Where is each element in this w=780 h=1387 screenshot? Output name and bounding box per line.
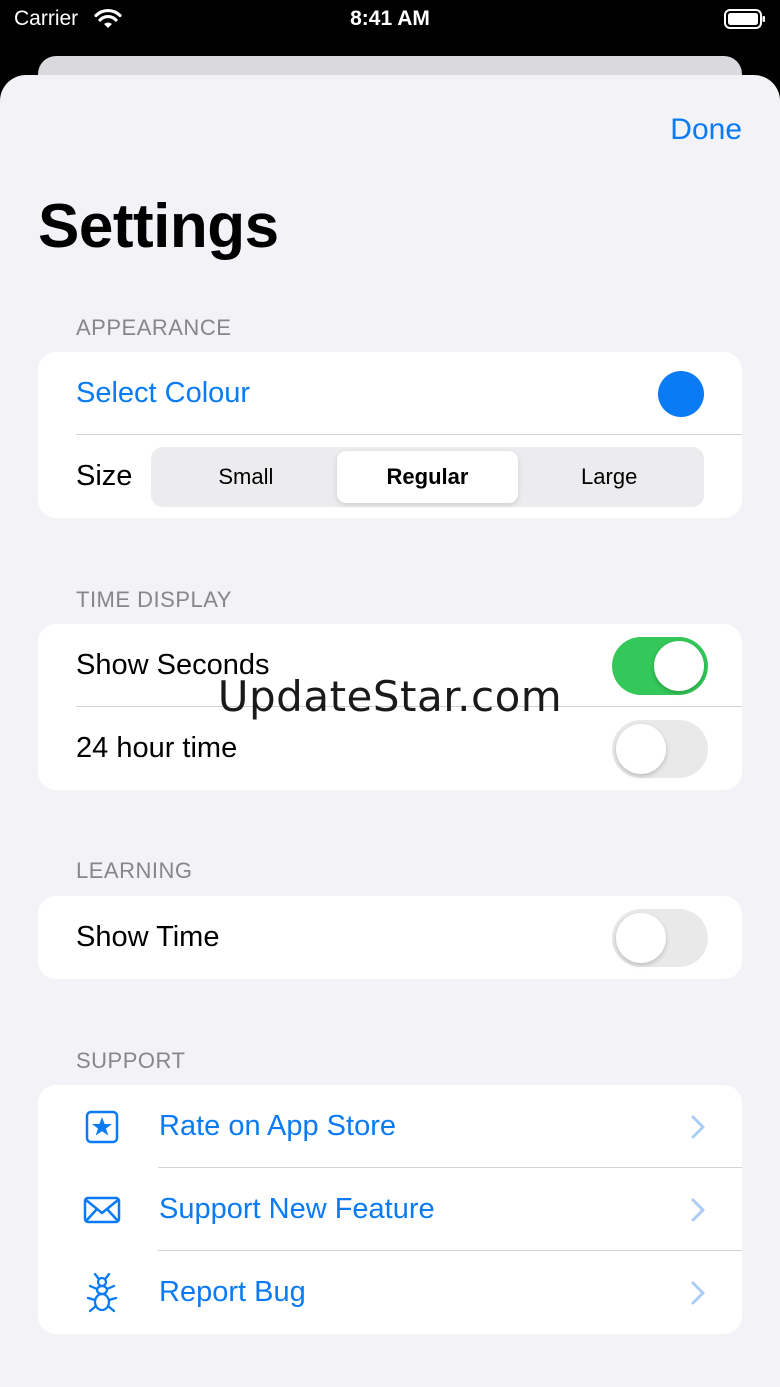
support-item-label: Rate on App Store	[159, 1110, 396, 1142]
select-colour-label: Select Colour	[76, 377, 251, 409]
chevron-right-icon	[691, 1281, 705, 1304]
chevron-right-icon	[691, 1115, 705, 1138]
show-time-row: Show Time	[38, 896, 742, 979]
battery-icon	[724, 9, 765, 29]
hour24-label: 24 hour time	[76, 732, 238, 764]
hour24-row: 24 hour time	[38, 707, 742, 790]
selected-colour-swatch[interactable]	[658, 370, 704, 417]
toggle-knob	[654, 640, 704, 691]
show-seconds-label: Show Seconds	[76, 649, 270, 681]
support-group: Rate on App Store Support New Feature Re…	[38, 1085, 742, 1334]
star-square-icon	[85, 1110, 119, 1143]
learning-group: Show Time	[38, 896, 742, 979]
support-item-label: Report Bug	[159, 1276, 306, 1308]
toggle-knob	[616, 912, 666, 963]
show-seconds-toggle[interactable]	[612, 636, 708, 695]
done-button[interactable]: Done	[670, 113, 742, 147]
section-header-appearance: APPEARANCE	[76, 315, 232, 340]
show-time-toggle[interactable]	[612, 908, 708, 967]
toggle-knob	[616, 723, 666, 774]
size-row: Size Small Regular Large	[38, 435, 742, 518]
size-label: Size	[76, 460, 133, 492]
section-header-time-display: TIME DISPLAY	[76, 587, 232, 612]
appearance-group: Select Colour Size Small Regular Large	[38, 352, 742, 518]
section-header-learning: LEARNING	[76, 858, 193, 883]
envelope-icon	[83, 1196, 121, 1223]
status-bar: Carrier 8:41 AM	[0, 0, 780, 52]
support-item-label: Support New Feature	[159, 1193, 435, 1225]
page-title: Settings	[38, 192, 279, 261]
time-display-group: Show Seconds 24 hour time	[38, 624, 742, 790]
chevron-right-icon	[691, 1198, 705, 1221]
hour24-toggle[interactable]	[612, 719, 708, 778]
support-item-feature[interactable]: Support New Feature	[38, 1168, 742, 1251]
section-header-support: SUPPORT	[76, 1048, 186, 1073]
support-item-bug[interactable]: Report Bug	[38, 1251, 742, 1334]
support-item-rate[interactable]: Rate on App Store	[38, 1085, 742, 1168]
show-time-label: Show Time	[76, 921, 220, 953]
size-option-large[interactable]: Large	[518, 451, 700, 503]
select-colour-row[interactable]: Select Colour	[38, 352, 742, 435]
show-seconds-row: Show Seconds	[38, 624, 742, 707]
size-option-regular[interactable]: Regular	[336, 451, 519, 503]
settings-sheet: Done Settings APPEARANCE Select Colour S…	[0, 75, 780, 1387]
size-segmented-control[interactable]: Small Regular Large	[151, 447, 704, 507]
clock: 8:41 AM	[350, 7, 430, 30]
size-option-small[interactable]: Small	[155, 451, 337, 503]
ant-icon	[86, 1272, 118, 1312]
